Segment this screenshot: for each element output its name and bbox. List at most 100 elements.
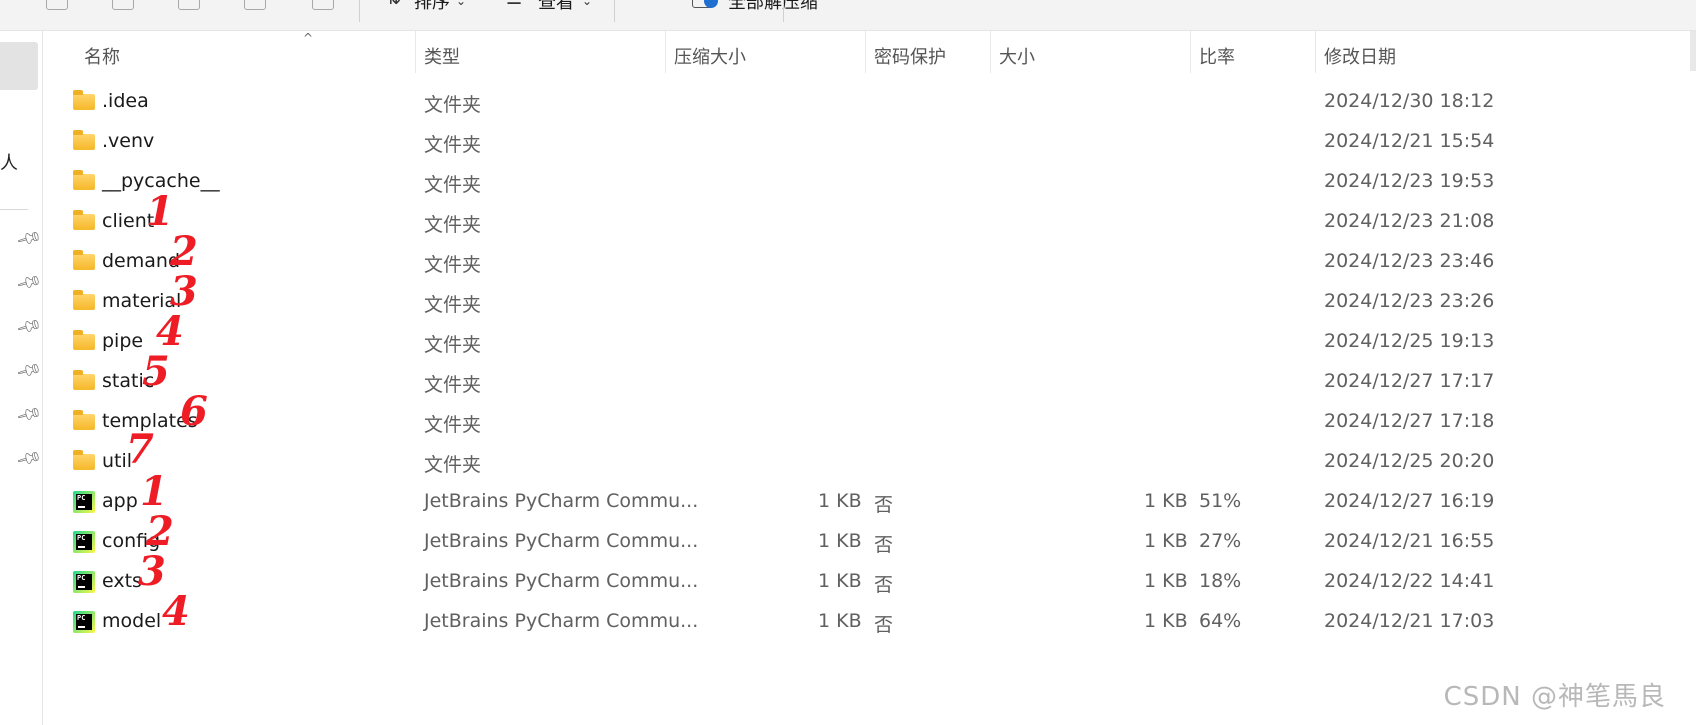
file-type: 文件夹 [424, 374, 482, 396]
file-name: app [102, 490, 138, 512]
file-type: 文件夹 [424, 414, 482, 436]
pin-icon[interactable]: 📌︎ [14, 357, 43, 385]
table-row[interactable]: PC model JetBrains PyCharm Commu... 1 KB… [42, 601, 1696, 644]
file-type: JetBrains PyCharm Commu... [424, 490, 699, 512]
file-size: 1 KB [1144, 610, 1188, 632]
table-row[interactable]: PC exts JetBrains PyCharm Commu... 1 KB … [42, 561, 1696, 604]
paste-icon[interactable] [112, 0, 134, 10]
column-header-name[interactable]: 名称 [84, 43, 120, 69]
pin-icon[interactable]: 📌︎ [14, 445, 43, 473]
view-button[interactable]: 查看 [538, 0, 574, 14]
file-compressed-size: 1 KB [818, 490, 862, 512]
table-row[interactable]: PC app JetBrains PyCharm Commu... 1 KB 否… [42, 481, 1696, 524]
scrollbar[interactable] [1690, 31, 1696, 71]
table-row[interactable]: demand 文件夹 2024/12/23 23:46 [42, 241, 1696, 284]
folder-icon [73, 250, 95, 270]
folder-icon [73, 370, 95, 390]
file-password-protected: 否 [874, 614, 894, 636]
table-row[interactable]: pipe 文件夹 2024/12/25 19:13 [42, 321, 1696, 364]
column-divider[interactable] [1190, 31, 1191, 73]
folder-icon [73, 450, 95, 470]
annotation-number: 3 [138, 548, 166, 595]
nav-divider [0, 209, 28, 210]
file-size: 1 KB [1144, 530, 1188, 552]
file-modified: 2024/12/23 23:46 [1324, 250, 1495, 272]
annotation-number: 4 [162, 588, 190, 635]
table-row[interactable]: material 文件夹 2024/12/23 23:26 [42, 281, 1696, 324]
pin-icon[interactable]: 📌︎ [14, 401, 43, 429]
annotation-number: 2 [146, 508, 174, 555]
column-header-compressed-size[interactable]: 压缩大小 [674, 43, 746, 69]
file-type: 文件夹 [424, 454, 482, 476]
file-ratio: 18% [1199, 570, 1242, 592]
annotation-number: 4 [156, 308, 184, 355]
file-modified: 2024/12/21 15:54 [1324, 130, 1495, 152]
column-header-modified[interactable]: 修改日期 [1324, 43, 1396, 69]
table-row[interactable]: .idea 文件夹 2024/12/30 18:12 [42, 81, 1696, 124]
column-divider[interactable] [415, 31, 416, 73]
folder-icon [73, 90, 95, 110]
sort-button[interactable]: 排序 [414, 0, 450, 14]
file-name: demand [102, 250, 181, 272]
column-divider[interactable] [990, 31, 991, 73]
column-header-password[interactable]: 密码保护 [874, 43, 946, 69]
table-row[interactable]: client 文件夹 2024/12/23 21:08 [42, 201, 1696, 244]
copy-icon[interactable] [46, 0, 68, 10]
column-divider[interactable] [865, 31, 866, 73]
file-password-protected: 否 [874, 494, 894, 516]
annotation-number: 3 [170, 268, 198, 315]
sort-ascending-icon: ^ [303, 31, 314, 45]
file-name: .venv [102, 130, 155, 152]
annotation-number: 1 [146, 188, 174, 235]
table-row[interactable]: util 文件夹 2024/12/25 20:20 [42, 441, 1696, 484]
nav-item-partial-label[interactable]: 人 [0, 149, 18, 175]
share-icon[interactable] [244, 0, 266, 10]
pin-icon[interactable]: 📌︎ [14, 269, 43, 297]
table-row[interactable]: static 文件夹 2024/12/27 17:17 [42, 361, 1696, 404]
column-divider[interactable] [665, 31, 666, 73]
pin-icon[interactable]: 📌︎ [14, 313, 43, 341]
file-size: 1 KB [1144, 570, 1188, 592]
column-header-type[interactable]: 类型 [424, 43, 460, 69]
folder-icon [73, 130, 95, 150]
file-modified: 2024/12/21 17:03 [1324, 610, 1495, 632]
file-modified: 2024/12/27 16:19 [1324, 490, 1495, 512]
file-type: 文件夹 [424, 134, 482, 156]
file-type: 文件夹 [424, 294, 482, 316]
table-row[interactable]: __pycache__ 文件夹 2024/12/23 19:53 [42, 161, 1696, 204]
annotation-number: 2 [170, 228, 198, 275]
file-ratio: 51% [1199, 490, 1242, 512]
file-type: 文件夹 [424, 214, 482, 236]
table-row[interactable]: templates 文件夹 2024/12/27 17:18 [42, 401, 1696, 444]
view-icon: ☰ [506, 0, 522, 9]
pycharm-icon: PC [73, 491, 95, 513]
table-row[interactable]: PC config JetBrains PyCharm Commu... 1 K… [42, 521, 1696, 564]
file-modified: 2024/12/30 18:12 [1324, 90, 1495, 112]
file-type: 文件夹 [424, 174, 482, 196]
pycharm-icon: PC [73, 531, 95, 553]
file-type: JetBrains PyCharm Commu... [424, 530, 699, 552]
file-name: pipe [102, 330, 144, 352]
rename-icon[interactable] [178, 0, 200, 10]
pin-icon[interactable]: 📌︎ [14, 225, 43, 253]
column-divider[interactable] [1315, 31, 1316, 73]
toolbar-divider [783, 0, 784, 22]
file-type: JetBrains PyCharm Commu... [424, 610, 699, 632]
column-header-ratio[interactable]: 比率 [1199, 43, 1235, 69]
folder-icon [73, 410, 95, 430]
folder-icon [73, 210, 95, 230]
table-row[interactable]: .venv 文件夹 2024/12/21 15:54 [42, 121, 1696, 164]
file-size: 1 KB [1144, 490, 1188, 512]
nav-selected-item[interactable] [0, 42, 38, 90]
file-name: .idea [102, 90, 149, 112]
chevron-down-icon: ⌄ [456, 0, 467, 8]
column-header-size[interactable]: 大小 [999, 43, 1035, 69]
file-modified: 2024/12/25 20:20 [1324, 450, 1495, 472]
pycharm-icon: PC [73, 571, 95, 593]
delete-icon[interactable] [312, 0, 334, 10]
more-options-button[interactable]: ⋯ [872, 0, 898, 12]
extract-all-button[interactable]: 全部解压缩 [728, 0, 818, 14]
file-modified: 2024/12/21 16:55 [1324, 530, 1495, 552]
file-type: 文件夹 [424, 94, 482, 116]
file-modified: 2024/12/27 17:18 [1324, 410, 1495, 432]
